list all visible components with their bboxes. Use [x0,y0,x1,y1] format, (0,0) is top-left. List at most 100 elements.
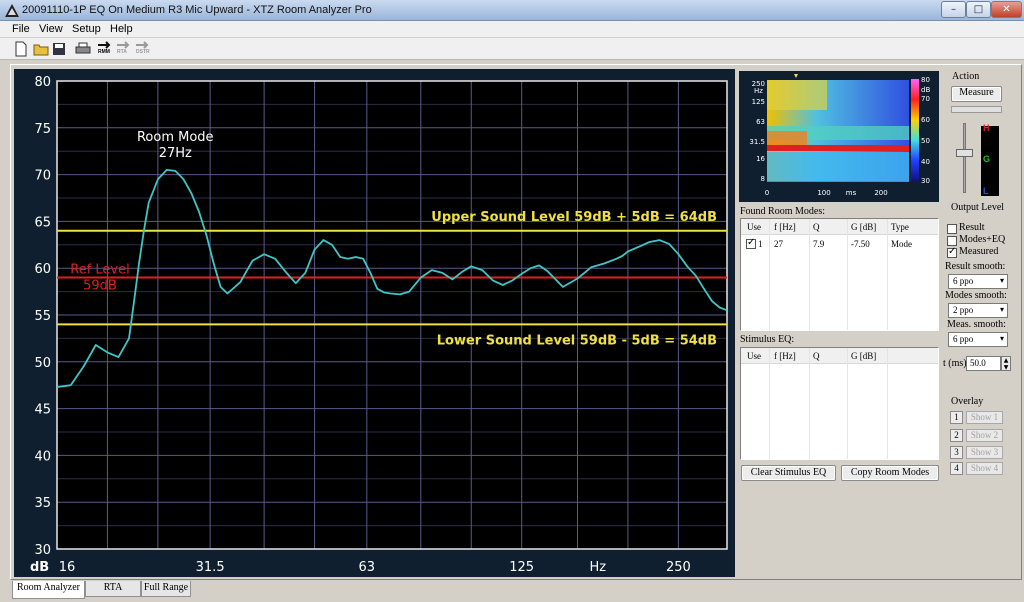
open-folder-icon[interactable] [33,41,49,57]
col-type: Type [891,222,909,232]
output-level-slider[interactable] [956,149,973,157]
result-checkbox[interactable] [947,224,957,234]
col-divider [887,219,888,330]
modes-eq-checkbox[interactable] [947,236,957,246]
menu-setup[interactable]: Setup [72,23,101,35]
room-modes-header: Use f [Hz] Q G [dB] Type [741,219,938,235]
result-smooth-label: Result smooth: [945,261,1006,272]
y-tick-label: 65 [34,215,51,230]
meter-good-label: G [983,154,991,164]
action-title: Action [952,71,980,82]
window-title: 20091110-1P EQ On Medium R3 Mic Upward -… [22,4,372,16]
lower-level-label: Lower Sound Level 59dB - 5dB = 54dB [437,333,717,348]
minimize-button[interactable]: – [941,1,966,18]
meter-high-label: H [983,123,990,133]
copy-room-modes-button[interactable]: Copy Room Modes [841,465,939,481]
menu-file[interactable]: File [12,23,30,35]
col-divider [887,348,888,459]
chevron-down-icon: ▾ [999,334,1004,343]
measure-button[interactable]: Measure [951,86,1002,102]
room-mode-frequency: 27Hz [159,146,192,161]
x-tick-label: 31.5 [196,560,225,575]
maximize-button[interactable]: □ [966,1,991,18]
overlay-slot-2-button[interactable]: 2 [950,429,963,442]
result-smooth-select[interactable]: 6 ppo ▾ [948,274,1008,289]
frequency-response-chart: 80 75 70 65 60 55 50 45 40 35 30 16 31.5 63 125 Hz 250 dB… [14,69,735,577]
close-button[interactable]: ✕ [991,1,1022,18]
col-divider [809,219,810,330]
print-icon[interactable] [75,41,91,57]
rmm-mode-button[interactable]: RMM [98,49,110,55]
y-tick-label: 40 [34,449,51,464]
save-icon[interactable] [52,41,66,57]
meas-smooth-select[interactable]: 6 ppo ▾ [948,332,1008,347]
show-2-button[interactable]: Show 2 [966,429,1003,442]
measured-label: Measured [959,246,999,257]
spectro-y-tick: 31.5 [749,138,765,146]
tab-room-analyzer[interactable]: Room Analyzer [12,581,85,599]
measured-checkbox[interactable] [947,246,957,258]
color-scale-bar [911,79,919,181]
output-slider-track [963,123,966,193]
t-ms-value: 50.0 [970,358,986,368]
y-tick-label: 75 [34,122,51,137]
level-meter: H G L [981,123,999,196]
new-file-icon[interactable] [14,41,28,57]
progress-bar [951,106,1002,113]
col-freq: f [Hz] [774,351,796,361]
spectro-mode-band [767,145,909,151]
row-freq: 27 [774,239,783,249]
menu-help[interactable]: Help [110,23,133,35]
spectro-y-tick: 8 [761,175,765,183]
show-4-button[interactable]: Show 4 [966,462,1003,475]
col-divider [769,219,770,330]
meas-smooth-value: 6 ppo [953,334,974,344]
overlay-slot-3-button[interactable]: 3 [950,446,963,459]
t-ms-spin-buttons[interactable]: ▲ ▼ [1001,356,1011,371]
dstr-mode-button[interactable]: DSTR [136,49,150,55]
x-tick-label: Hz [589,560,606,575]
col-q: Q [813,222,820,232]
room-modes-title: Found Room Modes: [740,206,826,217]
tab-full-range[interactable]: Full Range [141,581,191,597]
t-ms-spinbox[interactable]: 50.0 [966,356,1001,371]
chevron-down-icon: ▾ [999,305,1004,314]
col-use: Use [747,222,761,232]
spectro-band [767,131,807,145]
x-tick-label: 250 [666,560,691,575]
time-cursor-icon[interactable] [794,74,798,78]
clear-stimulus-eq-button[interactable]: Clear Stimulus EQ [741,465,836,481]
menu-view[interactable]: View [39,23,63,35]
overlay-slot-4-button[interactable]: 4 [950,462,963,475]
y-tick-label: 60 [34,262,51,277]
show-3-button[interactable]: Show 3 [966,446,1003,459]
rta-mode-button[interactable]: RTA [117,49,127,55]
tab-bar: Room Analyzer RTA Full Range [0,581,1024,602]
y-axis-unit-label: dB [30,560,49,575]
tab-rta[interactable]: RTA [85,581,141,597]
chevron-down-icon: ▾ [999,276,1004,285]
spectro-scale-tick: dB [921,86,930,94]
spectro-y-unit: Hz [754,87,763,95]
toolbar: RMM RTA DSTR [0,38,1024,60]
modes-smooth-select[interactable]: 2 ppo ▾ [948,303,1008,318]
col-use: Use [747,351,761,361]
waterfall-spectrogram: 250 125 63 31.5 16 8 Hz 0 100 ms 200 80 dB 70 60 50 40 30 [739,71,939,202]
spectro-band [767,152,909,182]
row-type: Mode [891,239,912,249]
col-gain: G [dB] [851,351,877,361]
col-q: Q [813,351,820,361]
spectro-scale-tick: 70 [921,95,930,103]
spectro-scale-tick: 60 [921,116,930,124]
spectro-scale-tick: 50 [921,137,930,145]
t-ms-label: t (ms) [943,358,967,369]
overlay-slot-1-button[interactable]: 1 [950,411,963,424]
menu-bar: File View Setup Help [0,21,1024,38]
output-level-label: Output Level [951,202,1005,213]
y-tick-label: 70 [34,169,51,184]
y-tick-label: 35 [34,496,51,511]
row-q: 7.9 [813,239,825,249]
spectro-x-tick: ms [846,189,857,197]
row-use-checkbox[interactable] [746,237,756,249]
show-1-button[interactable]: Show 1 [966,411,1003,424]
